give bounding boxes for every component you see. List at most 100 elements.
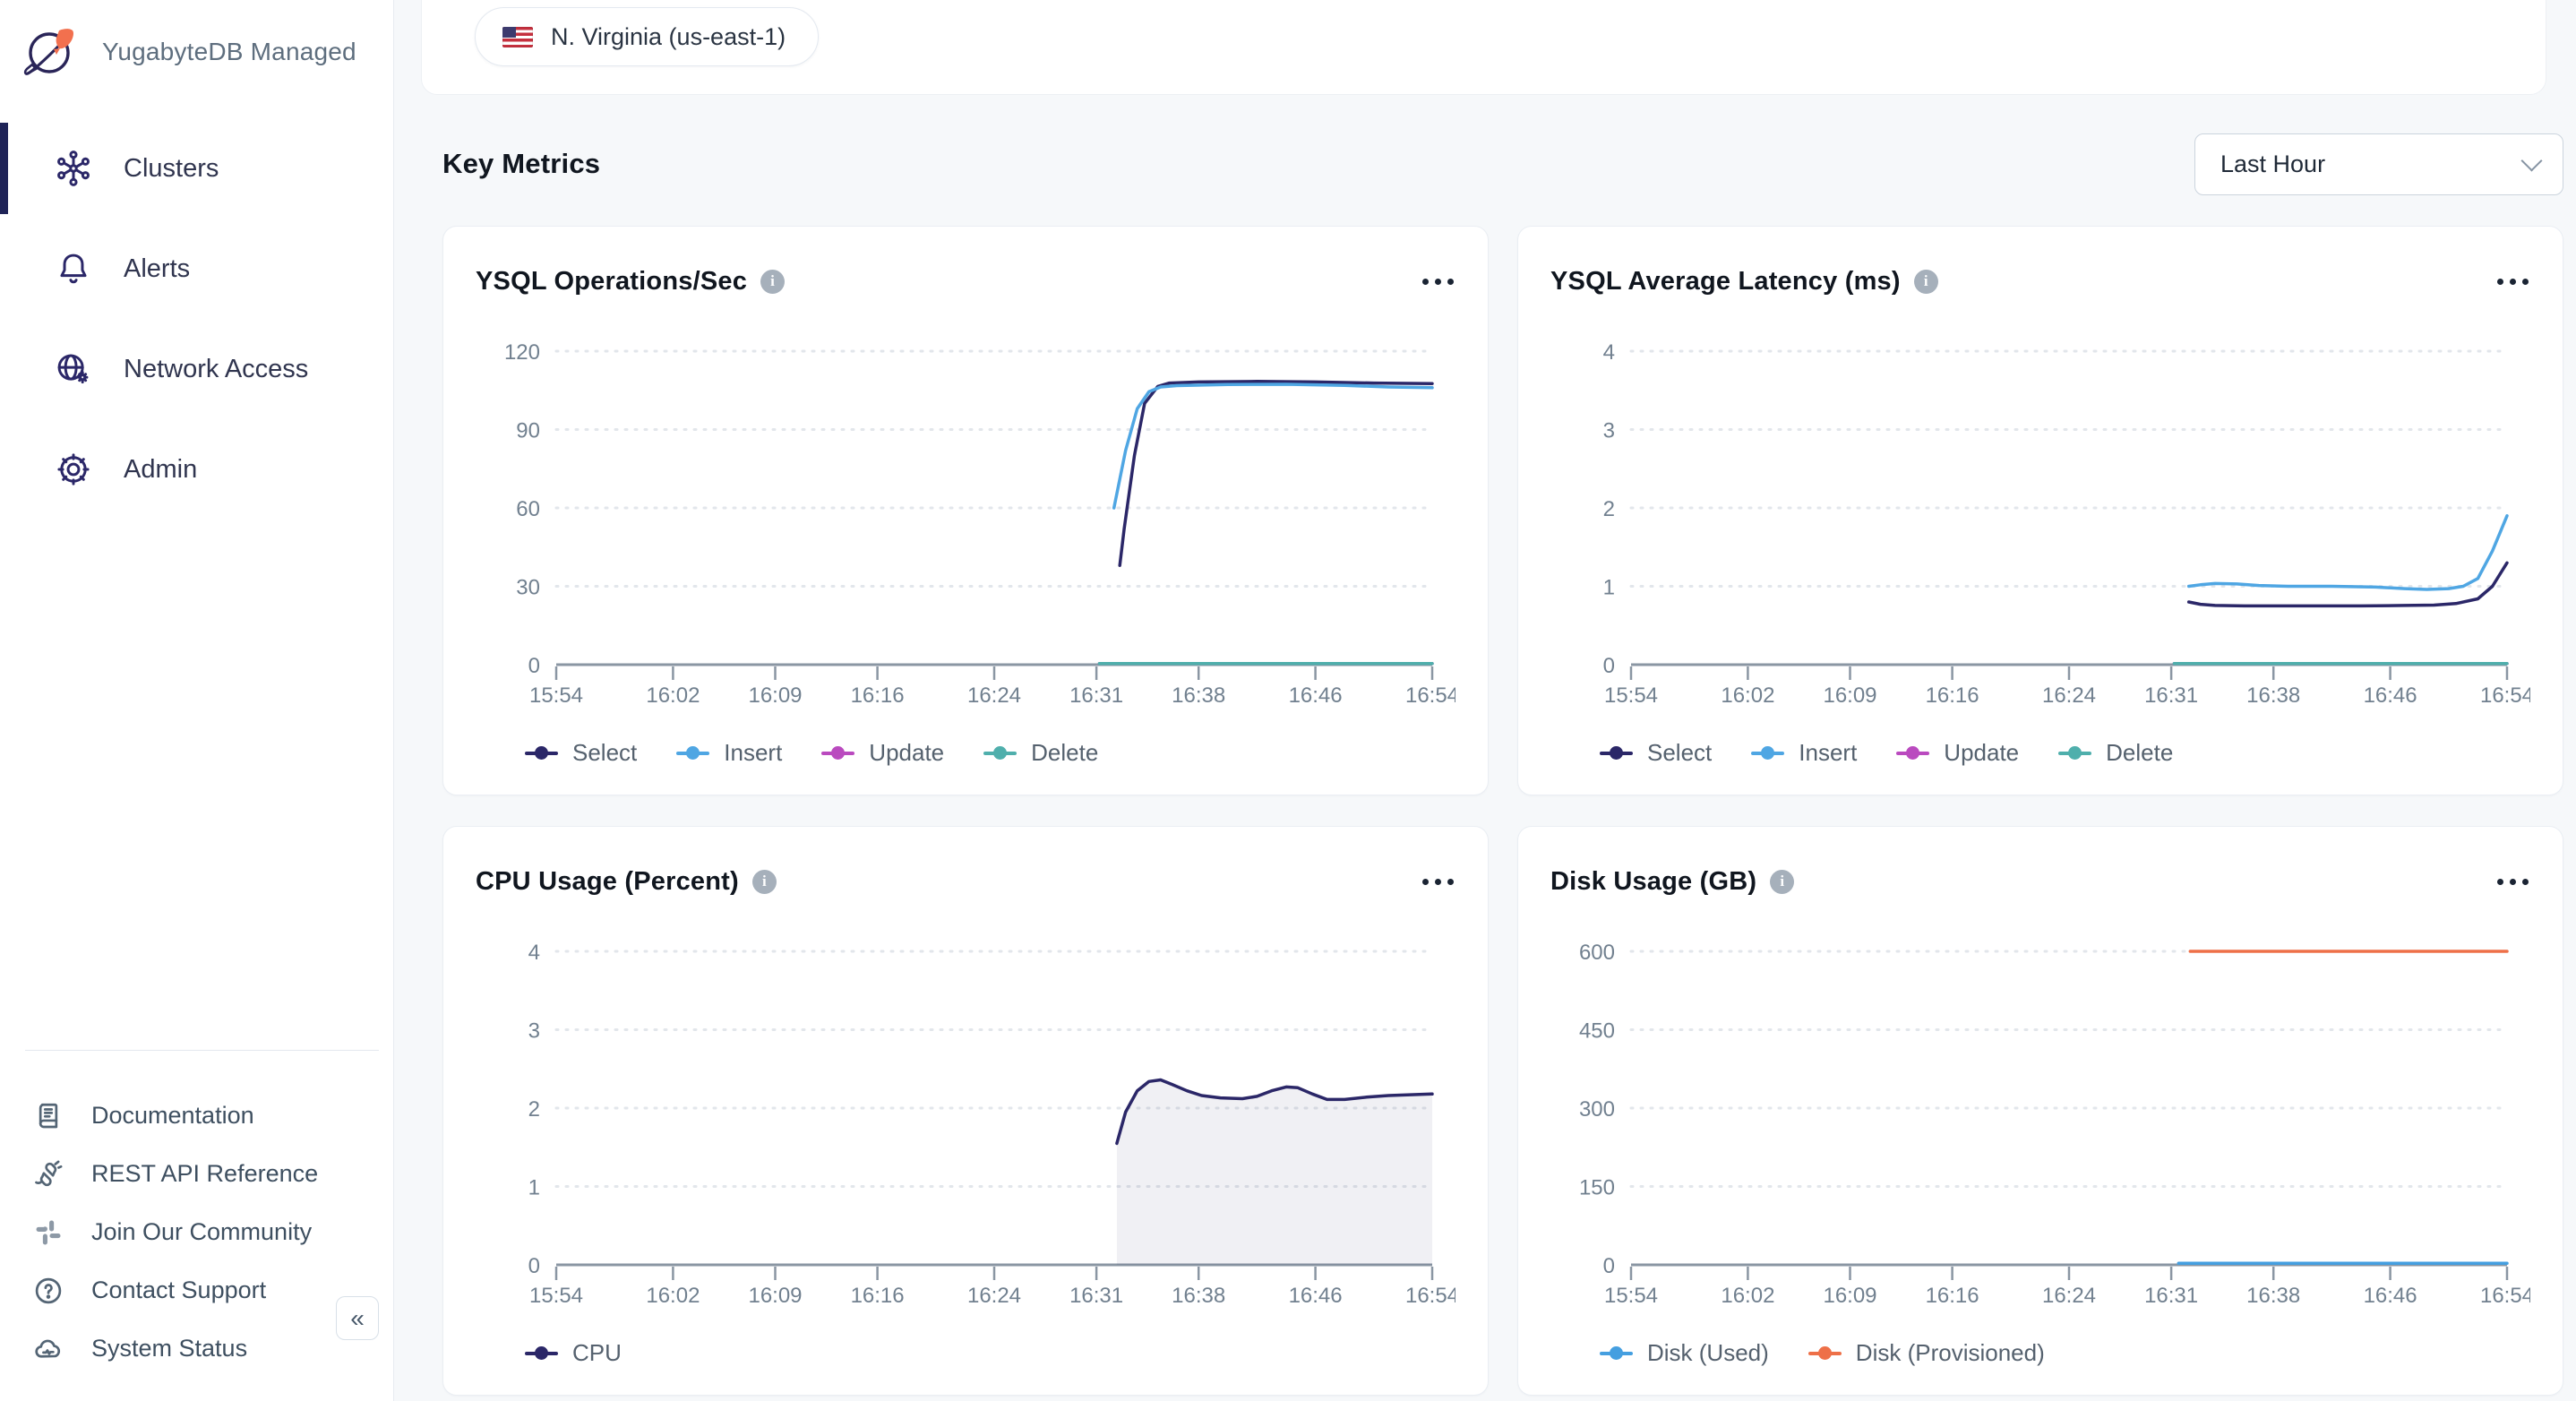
sidebar-item-alerts[interactable]: Alerts [0,219,393,319]
sidebar-item-network-access[interactable]: Network Access [0,319,393,419]
chart-title: Disk Usage (GB) [1550,867,1756,897]
sidebar-item-label: Documentation [91,1102,254,1130]
legend-item[interactable]: Insert [1751,739,1857,767]
svg-text:0: 0 [1603,1254,1615,1278]
chart-title: CPU Usage (Percent) [476,867,739,897]
svg-text:16:54: 16:54 [2480,683,2530,708]
svg-text:60: 60 [516,497,540,521]
top-header-panel: N. Virginia (us-east-1) [421,0,2546,95]
svg-text:16:16: 16:16 [1926,1284,1979,1308]
brand[interactable]: YugabyteDB Managed [0,0,393,82]
region-selector[interactable]: N. Virginia (us-east-1) [475,7,819,66]
svg-text:15:54: 15:54 [529,1284,583,1308]
svg-text:16:16: 16:16 [1926,683,1979,708]
sidebar-item-contact-support[interactable]: Contact Support [0,1261,393,1319]
svg-text:2: 2 [1603,497,1615,521]
chart-legend: Select Insert Update Delete [525,739,1455,767]
active-indicator [0,123,8,214]
more-options-button[interactable] [2495,270,2530,294]
svg-text:450: 450 [1579,1019,1615,1044]
legend-label: Update [1944,739,2019,767]
legend-label: Delete [1031,739,1098,767]
more-options-button[interactable] [1421,870,1455,894]
legend-label: CPU [572,1339,622,1367]
svg-text:90: 90 [516,419,540,443]
svg-text:300: 300 [1579,1097,1615,1122]
legend-marker-icon [1600,746,1633,761]
chart-title: YSQL Average Latency (ms) [1550,267,1901,297]
legend-item[interactable]: Insert [676,739,782,767]
svg-text:3: 3 [528,1019,540,1044]
legend-marker-icon [1808,1346,1842,1361]
more-options-button[interactable] [2495,870,2530,894]
svg-text:15:54: 15:54 [529,683,583,708]
legend-item[interactable]: Select [525,739,637,767]
svg-text:16:24: 16:24 [2042,683,2096,708]
legend-item[interactable]: Update [1896,739,2019,767]
legend-marker-icon [2058,746,2091,761]
legend-marker-icon [525,1346,558,1361]
info-icon[interactable] [1770,870,1794,894]
sidebar-item-label: Network Access [124,355,308,384]
legend-marker-icon [525,746,558,761]
legend-item[interactable]: Update [821,739,944,767]
legend-item[interactable]: Delete [2058,739,2173,767]
cpu-usage-chart: 4321015:5416:0216:0916:1616:2416:3116:38… [476,922,1455,1309]
chart-legend: Select Insert Update Delete [1600,739,2530,767]
legend-marker-icon [1600,1346,1633,1361]
sidebar-item-label: System Status [91,1335,247,1362]
disk-usage-chart: 600450300150015:5416:0216:0916:1616:2416… [1550,922,2530,1309]
legend-item[interactable]: CPU [525,1339,622,1367]
svg-text:0: 0 [528,654,540,678]
document-icon [30,1098,66,1134]
svg-text:30: 30 [516,576,540,600]
legend-label: Disk (Provisioned) [1856,1339,2045,1367]
chart-title: YSQL Operations/Sec [476,267,747,297]
svg-text:16:09: 16:09 [748,683,802,708]
divider [25,1050,379,1051]
svg-text:16:09: 16:09 [748,1284,802,1308]
legend-item[interactable]: Delete [983,739,1098,767]
svg-text:16:24: 16:24 [967,683,1021,708]
svg-text:16:31: 16:31 [2144,683,2198,708]
legend-label: Insert [1799,739,1857,767]
sidebar-item-system-status[interactable]: System Status [0,1319,393,1378]
info-icon[interactable] [752,870,777,894]
svg-text:16:09: 16:09 [1823,683,1876,708]
svg-text:16:38: 16:38 [2246,1284,2300,1308]
svg-text:16:09: 16:09 [1823,1284,1876,1308]
svg-text:16:46: 16:46 [1289,1284,1343,1308]
legend-item[interactable]: Disk (Used) [1600,1339,1769,1367]
info-icon[interactable] [1914,270,1938,294]
sidebar-item-rest-api-reference[interactable]: REST API Reference [0,1145,393,1203]
svg-text:16:24: 16:24 [2042,1284,2096,1308]
svg-text:120: 120 [504,340,540,365]
svg-text:16:38: 16:38 [1172,683,1225,708]
svg-text:15:54: 15:54 [1604,683,1658,708]
sidebar-item-documentation[interactable]: Documentation [0,1087,393,1145]
legend-item[interactable]: Select [1600,739,1712,767]
sidebar-collapse-button[interactable]: « [336,1296,379,1340]
chart-legend: Disk (Used) Disk (Provisioned) [1600,1339,2530,1367]
legend-item[interactable]: Disk (Provisioned) [1808,1339,2045,1367]
legend-label: Delete [2106,739,2173,767]
clusters-icon [52,147,95,190]
more-options-button[interactable] [1421,270,1455,294]
svg-text:16:46: 16:46 [1289,683,1343,708]
svg-text:1: 1 [1603,576,1615,600]
sidebar-item-join-our-community[interactable]: Join Our Community [0,1203,393,1261]
time-range-select[interactable]: Last Hour [2194,133,2563,195]
legend-marker-icon [1751,746,1784,761]
collapse-chevrons-icon: « [350,1304,365,1333]
sidebar-item-label: Clusters [124,154,219,184]
sidebar-footer: Documentation REST API Reference Joi [0,1050,393,1378]
svg-text:2: 2 [528,1097,540,1122]
info-icon[interactable] [760,270,785,294]
sidebar-item-clusters[interactable]: Clusters [0,118,393,219]
sidebar-item-admin[interactable]: Admin [0,419,393,520]
svg-text:16:02: 16:02 [1721,1284,1774,1308]
cloud-status-icon [30,1331,66,1367]
time-range-value: Last Hour [2220,150,2325,178]
slack-icon [30,1215,66,1251]
svg-text:16:31: 16:31 [1069,1284,1123,1308]
